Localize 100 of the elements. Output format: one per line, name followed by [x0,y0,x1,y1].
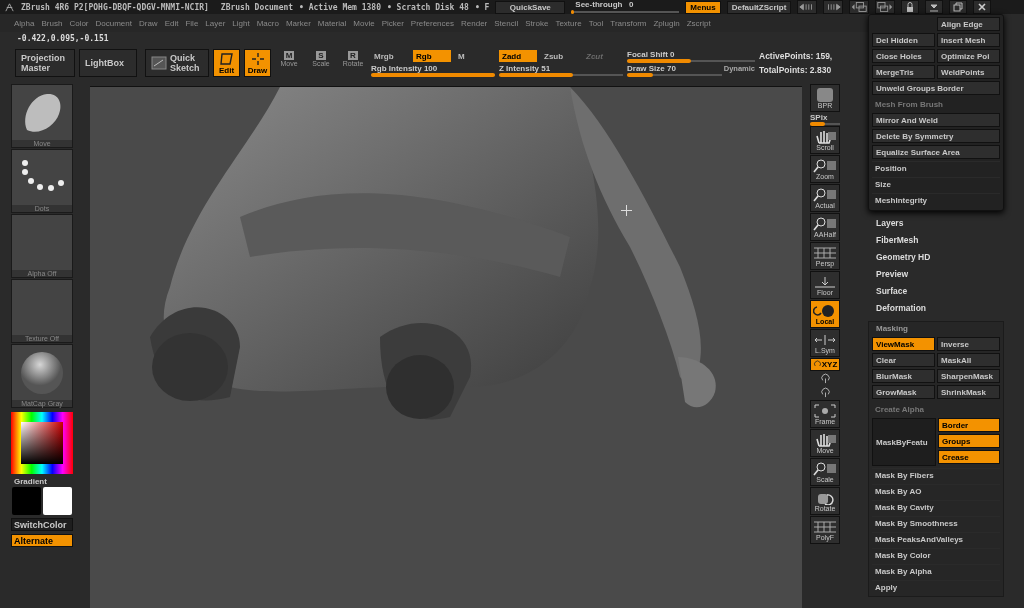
rgb-intensity-slider[interactable]: Rgb Intensity 100 [371,64,495,76]
menu-item[interactable]: Document [95,18,132,28]
menu-item[interactable]: Stencil [494,18,519,28]
mask-button[interactable]: ViewMask [872,337,935,351]
windows-right-icon[interactable] [875,0,896,14]
palette-header[interactable]: Layers [876,217,1004,230]
menu-item[interactable]: Texture [555,18,582,28]
geometry-button[interactable]: Mirror And Weld [872,113,1000,127]
minimize-icon[interactable] [925,0,944,14]
menu-item[interactable]: Alpha [14,18,35,28]
menu-item[interactable]: Tool [588,18,604,28]
scroll-left-icon[interactable] [797,0,818,14]
subpalette-header[interactable]: Position [872,161,1000,175]
windows-left-icon[interactable] [849,0,870,14]
viewport-canvas[interactable] [90,86,802,608]
mode-button[interactable]: Draw [244,49,271,77]
mask-item[interactable]: Mask PeaksAndValleys [872,532,1000,546]
menu-item[interactable]: Light [232,18,250,28]
z-intensity-slider[interactable]: Z Intensity 51 [499,64,623,76]
z-mode-toggle[interactable]: Zsub [541,50,579,62]
feature-option-toggle[interactable]: Border [938,418,1000,432]
mask-button[interactable]: MaskAll [937,353,1000,367]
menu-item[interactable]: Render [461,18,488,28]
geometry-button[interactable]: MergeTris [872,65,935,79]
menu-item[interactable]: Transform [610,18,647,28]
palette-header[interactable]: Preview [876,268,1004,281]
geometry-button[interactable]: Mesh From Brush [872,97,1000,111]
geometry-button[interactable]: Close Holes [872,49,935,63]
color-picker[interactable] [11,412,73,474]
focal-shift-slider[interactable]: Focal Shift 0 [627,50,755,62]
mask-item[interactable]: Mask By Fibers [872,468,1000,482]
z-mode-toggle[interactable]: Zadd [499,50,537,62]
color-mode-toggle[interactable]: Rgb [413,50,451,62]
mask-item[interactable]: Mask By Smoothness [872,516,1000,530]
masking-header[interactable]: Masking [872,322,1000,335]
mask-button[interactable]: SharpenMask [937,369,1000,383]
lock-icon[interactable] [901,0,920,14]
quick-sketch-button[interactable]: Quick Sketch [145,49,209,77]
subpalette-header[interactable]: MeshIntegrity [872,193,1000,207]
menu-item[interactable]: Zplugin [653,18,680,28]
app-logo-icon [4,1,15,13]
alternate-toggle[interactable]: Alternate [11,534,73,547]
menus-button[interactable]: Menus [685,0,721,14]
restore-icon[interactable] [949,0,968,14]
palette-header[interactable]: Deformation [876,302,1004,315]
menu-item[interactable]: Edit [164,18,179,28]
mask-button[interactable]: BlurMask [872,369,935,383]
menu-item[interactable]: Zscript [686,18,711,28]
mask-button[interactable]: GrowMask [872,385,935,399]
color-mode-toggle[interactable]: M [455,50,493,62]
menu-item[interactable]: Marker [285,18,311,28]
mask-item[interactable]: Mask By Alpha [872,564,1000,578]
geometry-button[interactable]: Optimize Poi [937,49,1000,63]
geometry-button[interactable]: WeldPoints [937,65,1000,79]
secondary-color-swatch[interactable] [43,487,72,515]
quicksave-button[interactable]: QuickSave [495,0,566,14]
feature-option-toggle[interactable]: Crease [938,450,1000,464]
menu-item[interactable]: Preferences [410,18,454,28]
geometry-button[interactable]: Insert Mesh [937,33,1000,47]
palette-header[interactable]: Surface [876,285,1004,298]
palette-header[interactable]: Geometry HD [876,251,1004,264]
feature-option-toggle[interactable]: Groups [938,434,1000,448]
geometry-button[interactable]: Align Edge [937,17,1000,31]
mask-button[interactable]: Clear [872,353,935,367]
shelf-button[interactable]: XYZ [810,358,840,371]
mask-by-features-button[interactable]: MaskByFeatu [872,418,936,466]
color-mode-toggle[interactable]: Mrgb [371,50,409,62]
geometry-button[interactable]: Unweld Groups Border [872,81,1000,95]
mask-item[interactable]: Mask By Color [872,548,1000,562]
mask-button[interactable]: Inverse [937,337,1000,351]
mask-item[interactable]: Apply [872,580,1000,594]
menu-item[interactable]: Macro [256,18,279,28]
geometry-button[interactable]: Delete By Symmetry [872,129,1000,143]
switch-color-button[interactable]: SwitchColor [11,518,73,531]
geometry-button[interactable]: Del Hidden [872,33,935,47]
menu-item[interactable]: Layer [205,18,226,28]
menu-item[interactable]: Material [317,18,347,28]
lightbox-button[interactable]: LightBox [79,49,137,77]
geometry-button[interactable]: Equalize Surface Area [872,145,1000,159]
menu-item[interactable]: File [185,18,199,28]
menu-item[interactable]: Picker [381,18,404,28]
mask-item[interactable]: Mask By AO [872,484,1000,498]
mode-button[interactable]: Edit [213,49,240,77]
mask-button[interactable]: ShrinkMask [937,385,1000,399]
menu-item[interactable]: Color [69,18,89,28]
scroll-right-icon[interactable] [823,0,844,14]
close-icon[interactable] [973,0,992,14]
mask-item[interactable]: Mask By Cavity [872,500,1000,514]
primary-color-swatch[interactable] [12,487,41,515]
spix-slider[interactable]: SPix [810,113,840,125]
draw-size-slider[interactable]: Draw Size 70 [627,64,722,76]
menu-item[interactable]: Draw [138,18,158,28]
palette-header[interactable]: FiberMesh [876,234,1004,247]
see-through-slider[interactable]: See-through 0 [571,0,680,14]
menu-item[interactable]: Brush [41,18,63,28]
subpalette-header[interactable]: Size [872,177,1000,191]
menu-item[interactable]: Movie [353,18,375,28]
menu-item[interactable]: Stroke [525,18,549,28]
script-button[interactable]: DefaultZScript [726,0,792,14]
projection-master-button[interactable]: Projection Master [15,49,75,77]
